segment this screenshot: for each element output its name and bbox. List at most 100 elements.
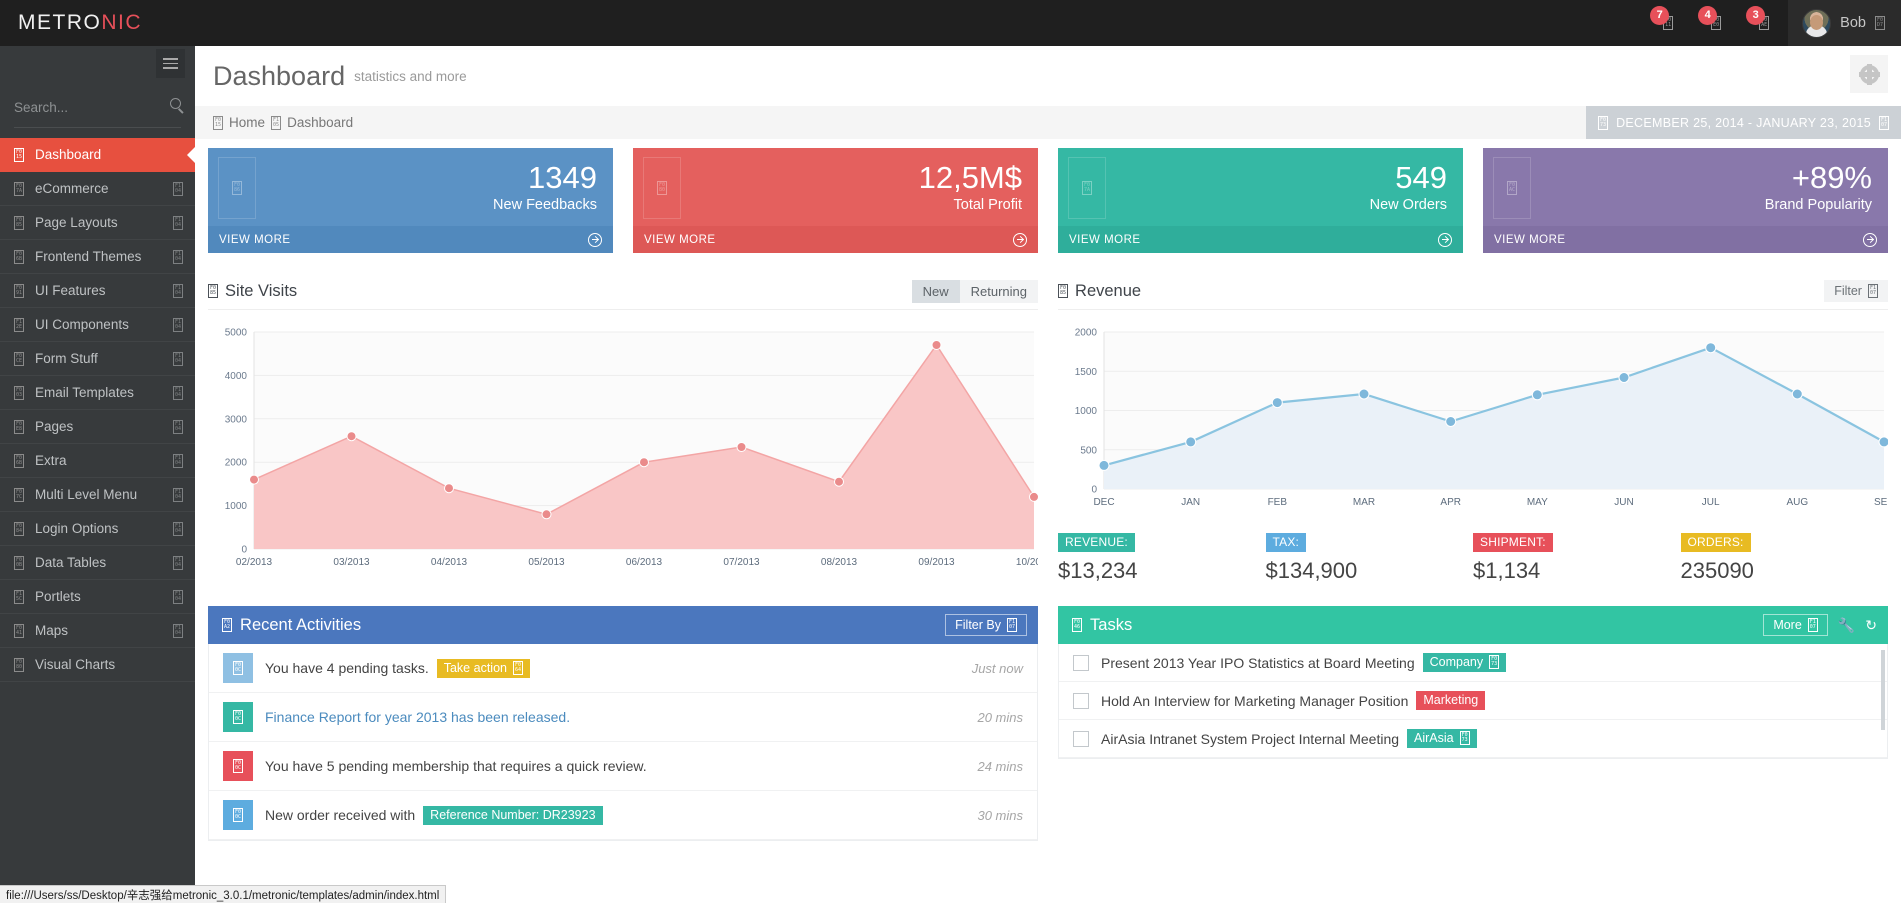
activity-row[interactable]: F00C Finance Report for year 2013 has be… (209, 693, 1037, 742)
stat-card-brand-popularity[interactable]: F0AC +89% Brand Popularity VIEW MORE (1483, 148, 1888, 253)
stat-card-view-more[interactable]: VIEW MORE (1058, 226, 1463, 253)
sidebar-item-data-tables[interactable]: F00B Data Tables F104 (0, 546, 195, 580)
task-row[interactable]: AirAsia Intranet System Project Internal… (1059, 720, 1887, 758)
sidebar-item-label: UI Components (35, 317, 162, 332)
revenue-title: Revenue (1075, 282, 1141, 301)
notification-envelope-icon-button[interactable]: F0E0 4 (1692, 0, 1740, 46)
sidebar-item-ui-features[interactable]: F091 UI Features F104 (0, 274, 195, 308)
date-range-label: DECEMBER 25, 2014 - JANUARY 23, 2015 (1616, 116, 1871, 130)
breadcrumb-item-dashboard[interactable]: Dashboard (287, 115, 353, 130)
tab-new[interactable]: New (912, 280, 960, 303)
user-menu[interactable]: Bob F0D7 (1788, 0, 1901, 46)
sidebar-item-frontend-themes[interactable]: F06B Frontend Themes F104 (0, 240, 195, 274)
svg-text:1500: 1500 (1075, 367, 1098, 378)
sidebar-item-page-layouts[interactable]: F085 Page Layouts F104 (0, 206, 195, 240)
task-row[interactable]: Present 2013 Year IPO Statistics at Boar… (1059, 644, 1887, 682)
refresh-icon[interactable]: ↻ (1865, 618, 1877, 632)
sidebar-item-login-options[interactable]: F084 Login Options F104 (0, 512, 195, 546)
task-tag[interactable]: Company F073 (1423, 653, 1507, 672)
cogs-icon: F085 (1058, 284, 1068, 298)
stat-card-value: +89% (1483, 160, 1872, 196)
angle-right-icon: F104 (173, 420, 183, 434)
tasks-scrollbar[interactable] (1881, 650, 1885, 730)
revenue-header: F085 Revenue Filter F107 (1058, 273, 1888, 310)
stat-card-new-orders[interactable]: F07A 549 New Orders VIEW MORE (1058, 148, 1463, 253)
date-range-picker[interactable]: F073 DECEMBER 25, 2014 - JANUARY 23, 201… (1586, 106, 1901, 139)
angle-right-icon: F104 (173, 284, 183, 298)
filter-by-button[interactable]: Filter By F107 (945, 614, 1027, 636)
puzzle-icon: F12E (14, 318, 24, 332)
sidebar-item-dashboard[interactable]: F015 Dashboard (0, 138, 195, 172)
activity-text-group: You have 4 pending tasks. Take actionF06… (265, 659, 960, 678)
task-checkbox[interactable] (1073, 731, 1089, 747)
revenue-stat-tag: ORDERS: (1681, 533, 1751, 552)
breadcrumb-item-home[interactable]: F015 Home (213, 115, 265, 130)
activity-text-group: New order received with Reference Number… (265, 806, 965, 825)
sidebar-item-visual-charts[interactable]: F080 Visual Charts (0, 648, 195, 682)
task-row[interactable]: Hold An Interview for Marketing Manager … (1059, 682, 1887, 720)
stat-card-view-more-label: VIEW MORE (1069, 234, 1141, 246)
settings-button[interactable] (1850, 55, 1888, 93)
breadcrumb-label: Dashboard (287, 115, 353, 130)
activity-pill[interactable]: Take actionF064 (437, 659, 530, 678)
task-checkbox[interactable] (1073, 655, 1089, 671)
tasks-more-button[interactable]: More F107 (1763, 614, 1828, 636)
activity-pill[interactable]: Reference Number: DR23923 (423, 806, 602, 825)
revenue-filter-button[interactable]: Filter F107 (1824, 280, 1888, 302)
calendar-icon: F073 (1489, 655, 1499, 669)
page-title: Dashboard (213, 61, 345, 92)
svg-text:05/2013: 05/2013 (528, 557, 565, 568)
stat-card-view-more[interactable]: VIEW MORE (633, 226, 1038, 253)
revenue-chart[interactable]: 0500100015002000DECJANFEBMARAPRMAYJUNJUL… (1058, 310, 1888, 519)
sidebar-item-label: Portlets (35, 589, 162, 604)
sidebar-item-extra[interactable]: F06B Extra F104 (0, 444, 195, 478)
stat-card-new-feedbacks[interactable]: F086 1349 New Feedbacks VIEW MORE (208, 148, 613, 253)
stat-card-body: F080 12,5M$ Total Profit (633, 148, 1038, 226)
top-header: METRONIC F011 7 F0E0 4 F0AE 3 Bob F0D7 (0, 0, 1901, 46)
activity-row[interactable]: F00C You have 4 pending tasks. Take acti… (209, 644, 1037, 693)
svg-text:1000: 1000 (225, 501, 248, 512)
sidebar-item-pages[interactable]: F0E8 Pages F104 (0, 410, 195, 444)
task-checkbox[interactable] (1073, 693, 1089, 709)
page-header: Dashboard statistics and more (195, 46, 1901, 106)
task-tag[interactable]: AirAsia F073 (1407, 729, 1477, 748)
sidebar-item-form-stuff[interactable]: F0CE Form Stuff F104 (0, 342, 195, 376)
activity-text: You have 5 pending membership that requi… (265, 758, 647, 774)
sidebar-item-label: Dashboard (35, 147, 183, 162)
site-visits-chart[interactable]: 01000200030004000500002/201303/201304/20… (208, 310, 1038, 579)
sidebar-item-ecommerce[interactable]: F07A eCommerce F104 (0, 172, 195, 206)
stat-card-body: F07A 549 New Orders (1058, 148, 1463, 226)
sidebar-search[interactable] (14, 88, 181, 128)
activity-row[interactable]: F00C New order received with Reference N… (209, 791, 1037, 840)
search-icon[interactable] (170, 98, 181, 109)
stat-card-view-more[interactable]: VIEW MORE (1483, 226, 1888, 253)
sidebar-item-portlets[interactable]: F15C Portlets F104 (0, 580, 195, 614)
stat-card-total-profit[interactable]: F080 12,5M$ Total Profit VIEW MORE (633, 148, 1038, 253)
svg-text:DEC: DEC (1093, 497, 1114, 508)
stat-card-view-more[interactable]: VIEW MORE (208, 226, 613, 253)
task-tag[interactable]: Marketing (1416, 691, 1485, 710)
activity-icon-badge: F00C (223, 800, 253, 830)
sidebar-item-ui-components[interactable]: F12E UI Components F104 (0, 308, 195, 342)
hamburger-line (163, 67, 178, 69)
activity-row[interactable]: F00C You have 5 pending membership that … (209, 742, 1037, 791)
bell-icon: F0A2 (222, 618, 232, 632)
activity-pill-label: Take action (444, 661, 507, 675)
search-input[interactable] (14, 100, 181, 115)
task-tag-label: Company (1430, 655, 1484, 669)
recent-activities-header: F0A2 Recent Activities Filter By F107 (208, 606, 1038, 644)
sidebar-item-email-templates[interactable]: F003 Email Templates F104 (0, 376, 195, 410)
brand-logo[interactable]: METRONIC (0, 11, 235, 35)
bar-chart-icon: F080 (14, 658, 24, 672)
wrench-icon[interactable]: 🔧 (1838, 618, 1855, 632)
angle-right-icon: F104 (173, 352, 183, 366)
activity-time: Just now (972, 661, 1023, 676)
notification-tasks-icon-button[interactable]: F0AE 3 (1740, 0, 1788, 46)
sidebar-toggle-button[interactable] (156, 49, 185, 78)
sidebar-item-multi-level-menu[interactable]: F07C Multi Level Menu F104 (0, 478, 195, 512)
sidebar-item-maps[interactable]: F041 Maps F104 (0, 614, 195, 648)
notification-bar-chart-icon-button[interactable]: F011 7 (1644, 0, 1692, 46)
svg-text:SEP: SEP (1874, 497, 1888, 508)
bottom-row: F0A2 Recent Activities Filter By F107 F0… (208, 606, 1888, 841)
tab-returning[interactable]: Returning (960, 280, 1038, 303)
